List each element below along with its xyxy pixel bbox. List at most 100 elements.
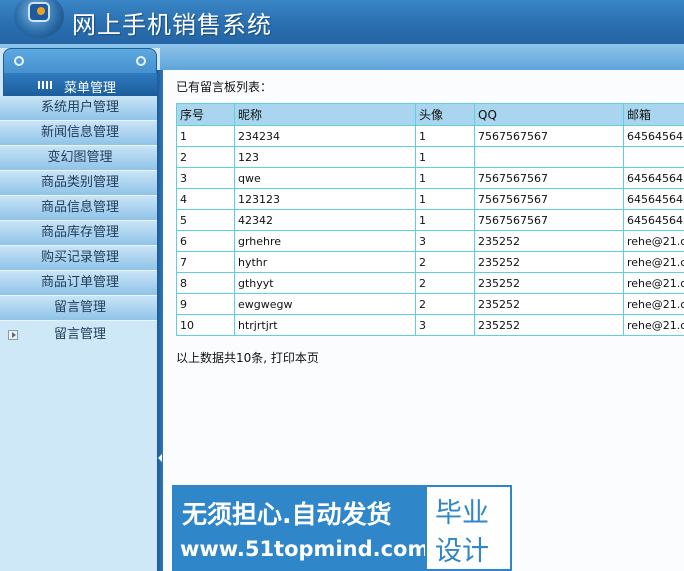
table-cell: 2 xyxy=(415,293,475,315)
column-header: 邮箱 xyxy=(623,103,684,126)
table-cell: 235252 xyxy=(474,314,624,336)
table-row: 1234234175675675676456456456 xyxy=(176,125,684,147)
sidebar-item-inventory[interactable]: 商品库存管理 xyxy=(0,221,160,246)
table-cell: rehe@21.c xyxy=(623,314,684,336)
table-cell: 9 xyxy=(176,293,235,315)
menu-header: 菜单管理 xyxy=(3,48,158,97)
table-cell: 6 xyxy=(176,230,235,252)
table-cell: 7567567567 xyxy=(474,209,624,231)
table-cell: 1 xyxy=(415,167,475,189)
sidebar: 菜单管理 系统用户管理 新闻信息管理 变幻图管理 商品类别管理 商品信息管理 商… xyxy=(0,48,160,571)
table-row: 4123123175675675676456456456 xyxy=(176,188,684,210)
sidebar-item-orders[interactable]: 商品订单管理 xyxy=(0,271,160,296)
watermark-badge-line1: 毕业 xyxy=(435,498,489,529)
app-title: 网上手机销售系统 xyxy=(72,11,272,39)
menu-title: 菜单管理 xyxy=(64,81,117,96)
sidebar-subitem-messages[interactable]: 留言管理 xyxy=(0,321,160,349)
menu-title-bar[interactable]: 菜单管理 xyxy=(4,73,158,97)
column-header: 序号 xyxy=(176,103,235,126)
table-row: 6 grhehre 3 235252 rehe@21.c xyxy=(176,230,684,252)
table-row: 8 gthyyt 2 235252 rehe@21.c xyxy=(176,272,684,294)
table-cell: 6456456456 xyxy=(623,125,684,147)
table-cell: 5 xyxy=(176,209,235,231)
watermark-badge-line2: 设计 xyxy=(435,536,489,567)
table-summary: 以上数据共10条, 打印本页 xyxy=(176,351,319,365)
table-row: 3qwe175675675676456456456 xyxy=(176,167,684,189)
table-cell: 1 xyxy=(415,125,475,147)
table-cell: 7 xyxy=(176,251,235,273)
column-header: 昵称 xyxy=(234,103,416,126)
table-cell: 6456456456 xyxy=(623,209,684,231)
column-header: 头像 xyxy=(415,103,475,126)
table-cell: 2 xyxy=(176,146,235,168)
sidebar-item-news[interactable]: 新闻信息管理 xyxy=(0,121,160,146)
sidebar-item-carousel[interactable]: 变幻图管理 xyxy=(0,146,160,171)
table-cell: hythr xyxy=(234,251,416,273)
table-cell: 7567567567 xyxy=(474,167,624,189)
table-cell: 235252 xyxy=(474,230,624,252)
table-cell: 3 xyxy=(415,230,475,252)
column-header: QQ xyxy=(474,103,624,126)
table-cell: rehe@21.c xyxy=(623,272,684,294)
collapse-arrow-icon[interactable] xyxy=(158,454,162,462)
menu-list: 系统用户管理 新闻信息管理 变幻图管理 商品类别管理 商品信息管理 商品库存管理… xyxy=(0,96,160,349)
pin-icon xyxy=(14,56,24,66)
play-icon xyxy=(8,330,18,340)
sidebar-item-categories[interactable]: 商品类别管理 xyxy=(0,171,160,196)
table-body: 1234234175675675676456456456212313qwe175… xyxy=(176,125,684,336)
message-table-wrap: 序号 昵称 头像 QQ 邮箱 1 234234 1 7567567567 6456456… xyxy=(176,103,684,336)
logo-icon xyxy=(14,0,64,38)
table-cell xyxy=(623,146,684,168)
table-cell: 6456456456 xyxy=(623,167,684,189)
app-header: 网上手机销售系统 xyxy=(0,0,684,44)
table-cell: 10 xyxy=(176,314,235,336)
table-cell: 1 xyxy=(176,125,235,147)
table-cell: 8 xyxy=(176,272,235,294)
table-cell: 234234 xyxy=(234,125,416,147)
table-row: 10 htrjrtjrt 3 235252 rehe@21.c xyxy=(176,314,684,336)
table-cell: 42342 xyxy=(234,209,416,231)
sidebar-subitem-label: 留言管理 xyxy=(53,327,106,342)
message-table: 序号 昵称 头像 QQ 邮箱 1 234234 1 7567567567 6456456… xyxy=(176,103,684,336)
table-cell: rehe@21.c xyxy=(623,230,684,252)
table-cell: 6456456456 xyxy=(623,188,684,210)
table-row: 9 ewgwegw 2 235252 rehe@21.c xyxy=(176,293,684,315)
table-cell: 123123 xyxy=(234,188,416,210)
watermark-badge: 毕业 设计 xyxy=(425,485,512,571)
table-cell: rehe@21.c xyxy=(623,293,684,315)
table-cell: qwe xyxy=(234,167,416,189)
table-cell: 7567567567 xyxy=(474,188,624,210)
table-header-row: 序号 昵称 头像 QQ 邮箱 xyxy=(176,103,684,126)
list-caption: 已有留言板列表： xyxy=(176,80,273,94)
table-cell: 3 xyxy=(176,167,235,189)
table-cell: 235252 xyxy=(474,293,624,315)
table-cell: 235252 xyxy=(474,272,624,294)
table-row: 7 hythr 2 235252 rehe@21.c xyxy=(176,251,684,273)
table-row: 2 123 1 xyxy=(176,146,684,168)
table-cell xyxy=(474,146,624,168)
watermark-url: www.51topmind.com xyxy=(180,537,430,561)
table-cell: rehe@21.c xyxy=(623,251,684,273)
table-cell: 1 xyxy=(415,188,475,210)
table-cell: ewgwegw xyxy=(234,293,416,315)
sidebar-item-products[interactable]: 商品信息管理 xyxy=(0,196,160,221)
table-cell: 7567567567 xyxy=(474,125,624,147)
table-cell: gthyyt xyxy=(234,272,416,294)
table-cell: 1 xyxy=(415,209,475,231)
table-cell: 2 xyxy=(415,251,475,273)
table-cell: htrjrtjrt xyxy=(234,314,416,336)
table-cell: 123 xyxy=(234,146,416,168)
table-cell: grhehre xyxy=(234,230,416,252)
sidebar-item-system-users[interactable]: 系统用户管理 xyxy=(0,96,160,121)
table-cell: 3 xyxy=(415,314,475,336)
table-row: 542342175675675676456456456 xyxy=(176,209,684,231)
pin-icon xyxy=(136,56,146,66)
table-cell: 4 xyxy=(176,188,235,210)
table-cell: 235252 xyxy=(474,251,624,273)
watermark-banner: 无须担心.自动发货 www.51topmind.com 毕业 设计 xyxy=(172,485,512,571)
sidebar-item-purchases[interactable]: 购买记录管理 xyxy=(0,246,160,271)
watermark-slogan: 无须担心.自动发货 xyxy=(182,500,392,529)
table-cell: 2 xyxy=(415,272,475,294)
table-cell: 1 xyxy=(415,146,475,168)
sidebar-item-messages[interactable]: 留言管理 xyxy=(0,296,160,321)
